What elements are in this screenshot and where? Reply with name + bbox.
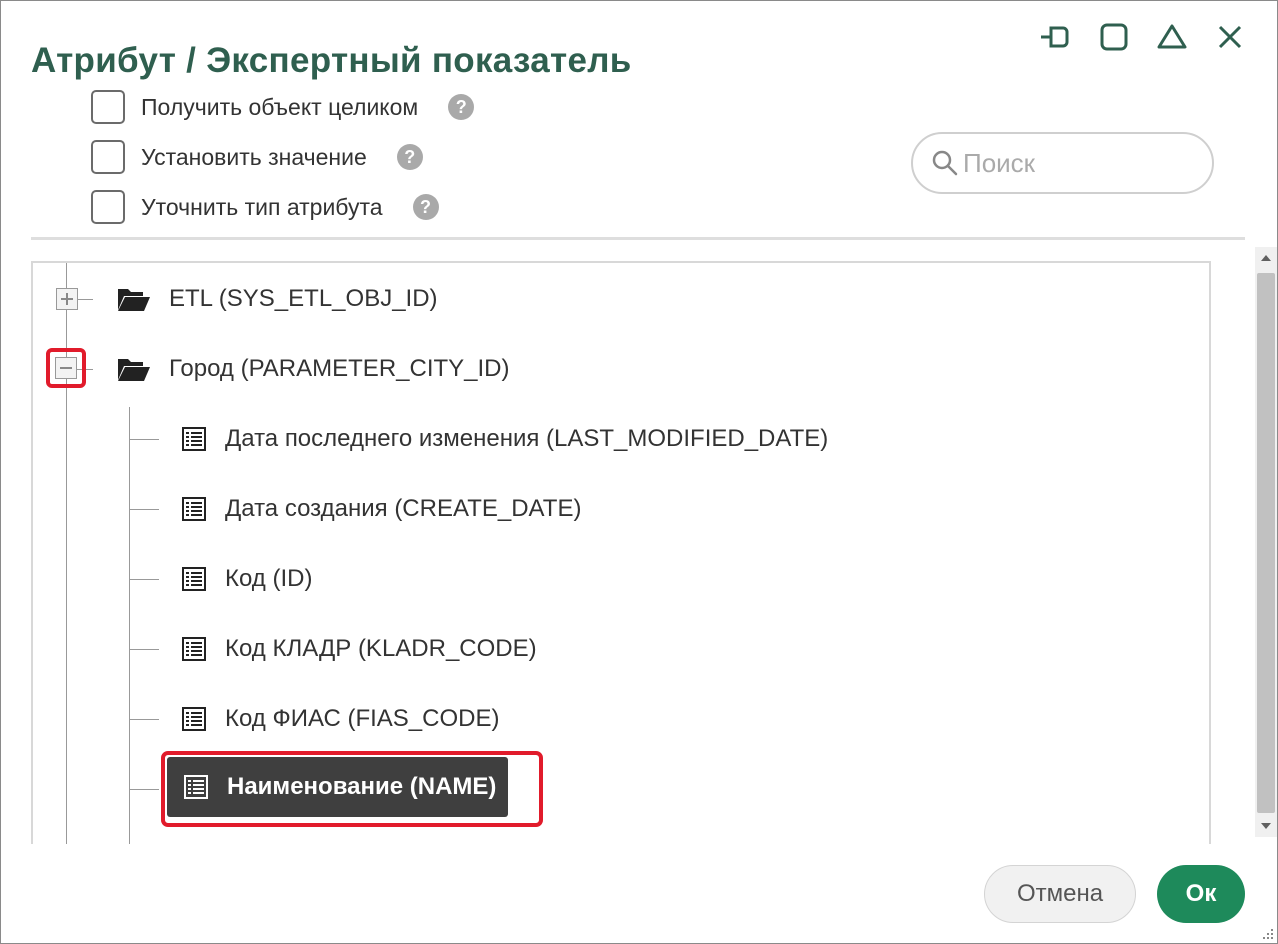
search-icon bbox=[932, 150, 958, 176]
maximize-button[interactable] bbox=[1095, 21, 1133, 53]
dialog-title: Атрибут / Экспертный показатель bbox=[31, 41, 632, 80]
tree-item-label: Дата последнего изменения (LAST_MODIFIED… bbox=[225, 425, 829, 452]
plus-icon bbox=[66, 293, 68, 305]
whole-object-label: Получить объект целиком bbox=[141, 93, 419, 120]
list-icon bbox=[182, 427, 206, 451]
set-value-checkbox[interactable] bbox=[91, 140, 125, 174]
attribute-dialog: Атрибут / Экспертный показатель Получить… bbox=[0, 0, 1278, 944]
list-icon bbox=[182, 567, 206, 591]
arrow-down-icon bbox=[1261, 823, 1271, 829]
list-icon bbox=[182, 497, 206, 521]
tree-group-city[interactable]: Город (PARAMETER_CITY_ID) bbox=[117, 349, 510, 389]
dock-button[interactable] bbox=[1037, 21, 1075, 53]
tree-line bbox=[77, 299, 93, 300]
collapse-toggle[interactable] bbox=[55, 357, 77, 379]
folder-open-icon bbox=[118, 289, 150, 311]
minus-icon bbox=[60, 367, 72, 369]
folder-open-icon bbox=[118, 359, 150, 381]
divider bbox=[31, 237, 1245, 240]
option-refine-type: Уточнить тип атрибута ? bbox=[91, 187, 439, 227]
search-input[interactable] bbox=[963, 147, 1193, 179]
close-icon bbox=[1218, 25, 1242, 49]
refine-type-checkbox[interactable] bbox=[91, 190, 125, 224]
cancel-button[interactable]: Отмена bbox=[984, 865, 1136, 923]
tree-item-create-date[interactable]: Дата создания (CREATE_DATE) bbox=[181, 489, 581, 529]
attribute-tree: ETL (SYS_ETL_OBJ_ID) Город (PARAMETER_CI… bbox=[31, 261, 1211, 844]
dock-icon bbox=[1041, 26, 1069, 48]
list-icon bbox=[184, 775, 208, 799]
tree-item-last-modified-date[interactable]: Дата последнего изменения (LAST_MODIFIED… bbox=[181, 419, 828, 459]
tree-group-label: Город (PARAMETER_CITY_ID) bbox=[169, 355, 510, 382]
tree-item-kladr-code[interactable]: Код КЛАДР (KLADR_CODE) bbox=[181, 629, 537, 669]
tree-line bbox=[129, 439, 159, 440]
collapse-button[interactable] bbox=[1153, 21, 1191, 53]
resize-grip-icon[interactable] bbox=[1261, 927, 1275, 941]
tree-item-label: Код (ID) bbox=[225, 565, 313, 592]
scroll-down-button[interactable] bbox=[1255, 815, 1277, 837]
square-icon bbox=[1100, 23, 1128, 51]
arrow-up-icon bbox=[1261, 255, 1271, 261]
tree-group-etl[interactable]: ETL (SYS_ETL_OBJ_ID) bbox=[117, 279, 438, 319]
tree-item-label: Дата создания (CREATE_DATE) bbox=[225, 495, 582, 522]
tree-item-id[interactable]: Код (ID) bbox=[181, 559, 312, 599]
search-box bbox=[911, 132, 1214, 194]
whole-object-checkbox[interactable] bbox=[91, 90, 125, 124]
list-icon bbox=[182, 707, 206, 731]
window-controls bbox=[1037, 21, 1249, 53]
tree-scrollbar[interactable] bbox=[1255, 247, 1277, 837]
help-icon[interactable]: ? bbox=[412, 194, 439, 220]
tree-line bbox=[129, 579, 159, 580]
expand-toggle[interactable] bbox=[56, 288, 78, 310]
tree-item-label: Код КЛАДР (KLADR_CODE) bbox=[225, 635, 537, 662]
tree-item-label: Наименование (NAME) bbox=[227, 773, 497, 800]
tree-line bbox=[129, 789, 159, 790]
tree-item-fias-code[interactable]: Код ФИАС (FIAS_CODE) bbox=[181, 699, 499, 739]
tree-line bbox=[129, 407, 130, 844]
tree-line bbox=[129, 649, 159, 650]
scroll-thumb[interactable] bbox=[1257, 273, 1275, 813]
tree-item-label: Код ФИАС (FIAS_CODE) bbox=[225, 705, 500, 732]
list-icon bbox=[182, 637, 206, 661]
ok-button[interactable]: Ок bbox=[1157, 865, 1245, 923]
tree-group-label: ETL (SYS_ETL_OBJ_ID) bbox=[169, 285, 438, 312]
scroll-up-button[interactable] bbox=[1255, 247, 1277, 269]
close-button[interactable] bbox=[1211, 21, 1249, 53]
option-whole-object: Получить объект целиком ? bbox=[91, 87, 475, 127]
tree-line bbox=[129, 509, 159, 510]
set-value-label: Установить значение bbox=[141, 143, 367, 170]
tree-line bbox=[129, 719, 159, 720]
option-set-value: Установить значение ? bbox=[91, 137, 423, 177]
help-icon[interactable]: ? bbox=[396, 144, 423, 170]
refine-type-label: Уточнить тип атрибута bbox=[141, 193, 383, 220]
triangle-icon bbox=[1157, 24, 1187, 49]
help-icon[interactable]: ? bbox=[448, 94, 475, 120]
tree-item-name-selected[interactable]: Наименование (NAME) bbox=[167, 757, 509, 817]
